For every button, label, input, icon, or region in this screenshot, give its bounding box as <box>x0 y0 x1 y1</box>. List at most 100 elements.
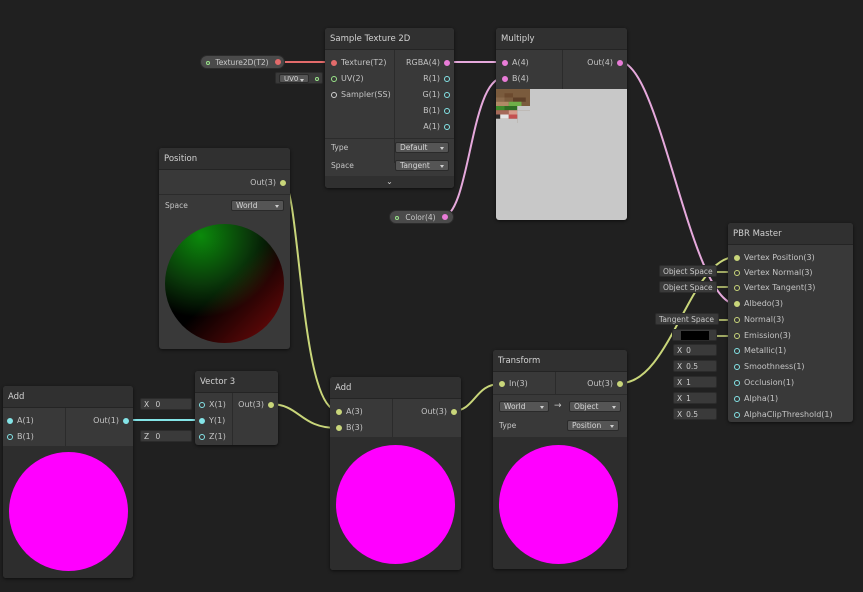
port-dot[interactable] <box>123 417 129 424</box>
occlusion-field[interactable]: X1 <box>673 376 717 388</box>
port-dot[interactable] <box>280 179 286 186</box>
port-dot[interactable] <box>734 379 740 386</box>
texture-property-node[interactable]: Texture2D(T2) <box>200 55 285 69</box>
sample-texture-output-rgba[interactable]: RGBA(4) <box>396 55 454 70</box>
uv-dropdown[interactable]: UV0 <box>279 74 309 83</box>
pbr-input-vertex-tangent[interactable]: Vertex Tangent(3) <box>730 280 815 295</box>
pbr-input-albedo[interactable]: Albedo(3) <box>730 296 783 311</box>
sample-texture-output-g[interactable]: G(1) <box>396 87 454 102</box>
port-dot[interactable] <box>617 380 623 387</box>
port-dot[interactable] <box>451 408 457 415</box>
texture-property-left-port[interactable] <box>206 61 210 65</box>
to-space-dropdown[interactable]: Object <box>569 401 621 412</box>
pbr-input-smoothness[interactable]: Smoothness(1) <box>730 359 805 374</box>
uv-out-port[interactable] <box>315 77 320 81</box>
vertex-tangent-space-field[interactable]: Object Space <box>659 281 717 293</box>
add-mid-output[interactable]: Out(3) <box>397 404 461 419</box>
multiply-input-a[interactable]: A(4) <box>498 55 529 70</box>
port-dot[interactable] <box>734 332 740 339</box>
port-dot[interactable] <box>734 395 740 402</box>
port-dot[interactable] <box>499 380 505 387</box>
type-dropdown[interactable]: Default <box>395 142 449 153</box>
add-left-input-b[interactable]: B(1) <box>3 429 34 444</box>
pbr-input-alpha-clip[interactable]: AlphaClipThreshold(1) <box>730 407 833 422</box>
port-dot[interactable] <box>734 254 740 261</box>
port-dot[interactable] <box>734 363 740 370</box>
port-dot[interactable] <box>734 411 740 418</box>
add-mid-input-b[interactable]: B(3) <box>332 420 363 435</box>
sample-texture-2d-node[interactable]: Sample Texture 2D Texture(T2) UV(2) Samp… <box>325 28 454 188</box>
port-dot[interactable] <box>199 433 205 440</box>
port-dot[interactable] <box>444 123 450 130</box>
port-dot[interactable] <box>617 59 623 66</box>
port-dot[interactable] <box>199 401 205 408</box>
port-dot[interactable] <box>268 401 274 408</box>
texture-property-out-port[interactable] <box>275 59 281 65</box>
emission-color-field[interactable] <box>672 329 717 341</box>
position-node[interactable]: Position Out(3) Space World <box>159 148 290 349</box>
vector3-input-x[interactable]: X(1) <box>195 397 226 412</box>
port-dot[interactable] <box>734 269 740 276</box>
color-property-out-port[interactable] <box>442 214 448 220</box>
smoothness-field[interactable]: X 0.5 <box>673 360 717 372</box>
pbr-input-metallic[interactable]: Metallic(1) <box>730 343 786 358</box>
transform-input[interactable]: In(3) <box>495 376 528 391</box>
port-dot[interactable] <box>7 417 13 424</box>
port-dot[interactable] <box>336 424 342 431</box>
uv-field[interactable]: UV0 <box>275 72 323 84</box>
add-node-middle[interactable]: Add A(3) B(3) Out(3) <box>330 377 461 570</box>
add-left-input-a[interactable]: A(1) <box>3 413 34 428</box>
pbr-input-occlusion[interactable]: Occlusion(1) <box>730 375 794 390</box>
port-dot[interactable] <box>331 59 337 66</box>
multiply-input-b[interactable]: B(4) <box>498 71 529 86</box>
transform-node[interactable]: Transform In(3) Out(3) World → Object Ty… <box>493 350 627 569</box>
port-dot[interactable] <box>734 300 740 307</box>
alpha-clip-field[interactable]: X 0.5 <box>673 408 717 420</box>
transform-output[interactable]: Out(3) <box>563 376 627 391</box>
multiply-output[interactable]: Out(4) <box>567 55 627 70</box>
port-dot[interactable] <box>444 75 450 82</box>
sample-texture-output-b[interactable]: B(1) <box>396 103 454 118</box>
port-dot[interactable] <box>199 417 205 424</box>
port-dot[interactable] <box>7 433 13 440</box>
add-node-left[interactable]: Add A(1) B(1) Out(1) <box>3 386 133 578</box>
vertex-normal-space-field[interactable]: Object Space <box>659 265 717 277</box>
vector3-node[interactable]: Vector 3 X(1) Y(1) Z(1) Out(3) <box>195 371 278 445</box>
collapse-toggle[interactable]: ⌄ <box>325 176 454 188</box>
port-dot[interactable] <box>444 59 450 66</box>
port-dot[interactable] <box>331 91 337 98</box>
vector3-x-field[interactable]: X 0 <box>140 398 192 410</box>
emission-color-swatch[interactable] <box>681 331 709 340</box>
sample-texture-input-texture[interactable]: Texture(T2) <box>327 55 387 70</box>
pbr-input-emission[interactable]: Emission(3) <box>730 328 791 343</box>
pbr-input-vertex-normal[interactable]: Vertex Normal(3) <box>730 265 813 280</box>
port-dot[interactable] <box>444 107 450 114</box>
sample-texture-input-sampler[interactable]: Sampler(SS) <box>327 87 391 102</box>
metallic-field[interactable]: X0 <box>673 344 717 356</box>
vector3-input-y[interactable]: Y(1) <box>195 413 225 428</box>
port-dot[interactable] <box>734 284 740 291</box>
vector3-input-z[interactable]: Z(1) <box>195 429 226 444</box>
port-dot[interactable] <box>331 75 337 82</box>
port-dot[interactable] <box>444 91 450 98</box>
sample-texture-output-a[interactable]: A(1) <box>396 119 454 134</box>
port-dot[interactable] <box>336 408 342 415</box>
sample-texture-output-r[interactable]: R(1) <box>396 71 454 86</box>
port-dot[interactable] <box>502 75 508 82</box>
type-dropdown[interactable]: Position <box>567 420 619 431</box>
multiply-node[interactable]: Multiply A(4) B(4) Out(4) <box>496 28 627 220</box>
port-dot[interactable] <box>502 59 508 66</box>
color-property-left-port[interactable] <box>395 216 399 220</box>
color-property-node[interactable]: Color(4) <box>389 210 454 224</box>
sample-texture-input-uv[interactable]: UV(2) <box>327 71 364 86</box>
add-mid-input-a[interactable]: A(3) <box>332 404 363 419</box>
alpha-field[interactable]: X1 <box>673 392 717 404</box>
position-output[interactable]: Out(3) <box>220 175 290 190</box>
pbr-input-vertex-position[interactable]: Vertex Position(3) <box>730 250 815 265</box>
pbr-master-node[interactable]: PBR Master Vertex Position(3) Vertex Nor… <box>728 223 853 422</box>
pbr-input-alpha[interactable]: Alpha(1) <box>730 391 778 406</box>
vector3-z-field[interactable]: Z 0 <box>140 430 192 442</box>
port-dot[interactable] <box>734 316 740 323</box>
vector3-output[interactable]: Out(3) <box>232 397 278 412</box>
pbr-input-normal[interactable]: Normal(3) <box>730 312 784 327</box>
